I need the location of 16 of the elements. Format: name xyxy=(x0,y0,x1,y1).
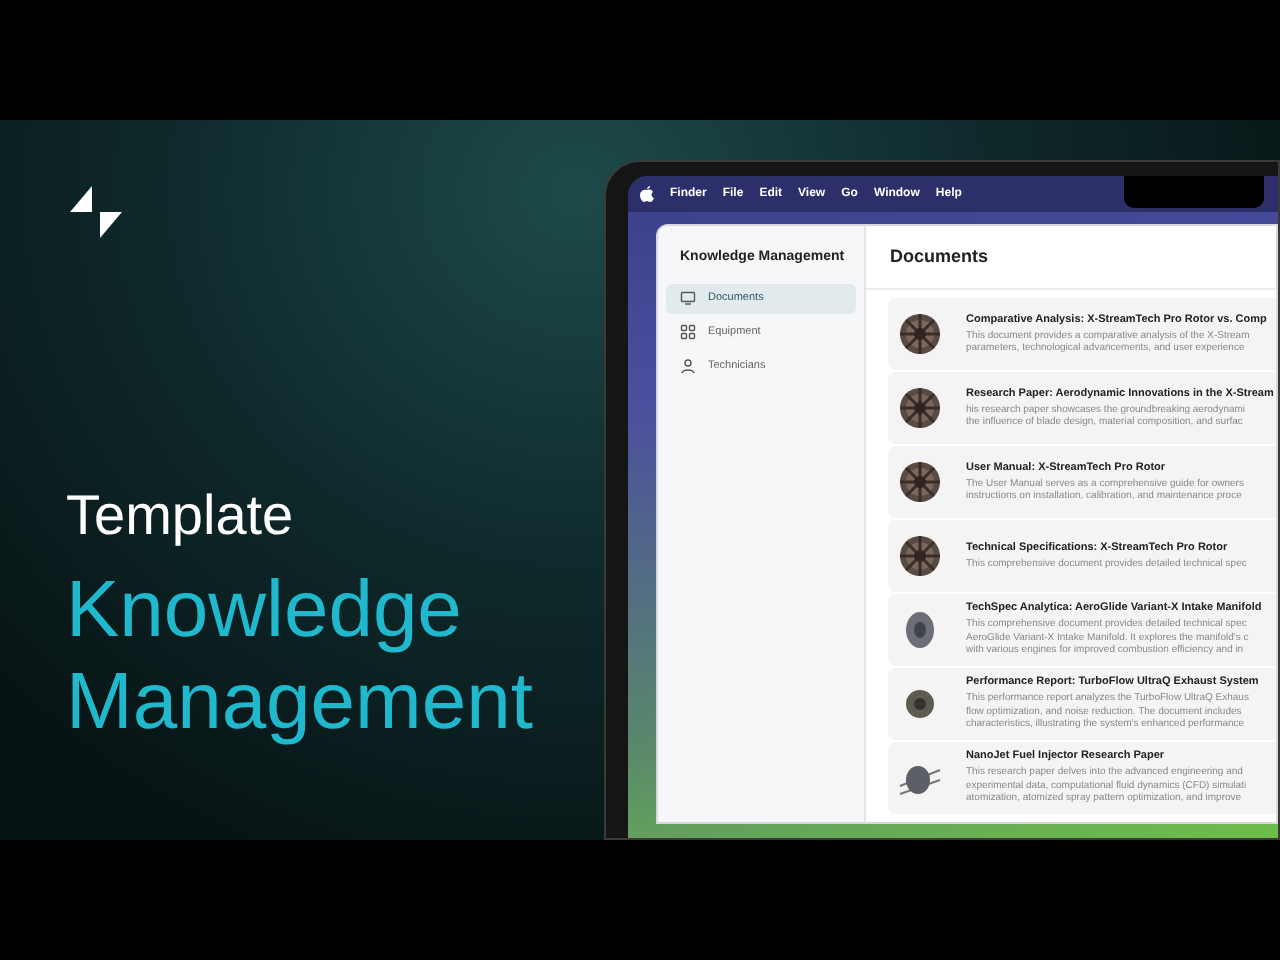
rotor-drawing xyxy=(898,460,942,504)
camera-notch xyxy=(1124,176,1264,208)
document-card[interactable] xyxy=(888,742,1276,814)
rotor-drawing xyxy=(898,312,942,356)
page-heading: Documents xyxy=(890,243,989,270)
hero-subtitle: Template xyxy=(66,484,296,548)
document-card[interactable] xyxy=(888,668,1276,740)
rotor-drawing xyxy=(898,386,942,430)
rotor-drawing xyxy=(898,534,942,578)
user-icon xyxy=(680,358,696,374)
apple-icon[interactable] xyxy=(640,186,654,202)
grid-icon xyxy=(680,324,696,340)
document-card[interactable] xyxy=(888,594,1276,666)
hero-title: Knowledge Management xyxy=(66,564,535,748)
monitor-icon xyxy=(680,290,696,306)
logo-icon xyxy=(66,182,126,242)
